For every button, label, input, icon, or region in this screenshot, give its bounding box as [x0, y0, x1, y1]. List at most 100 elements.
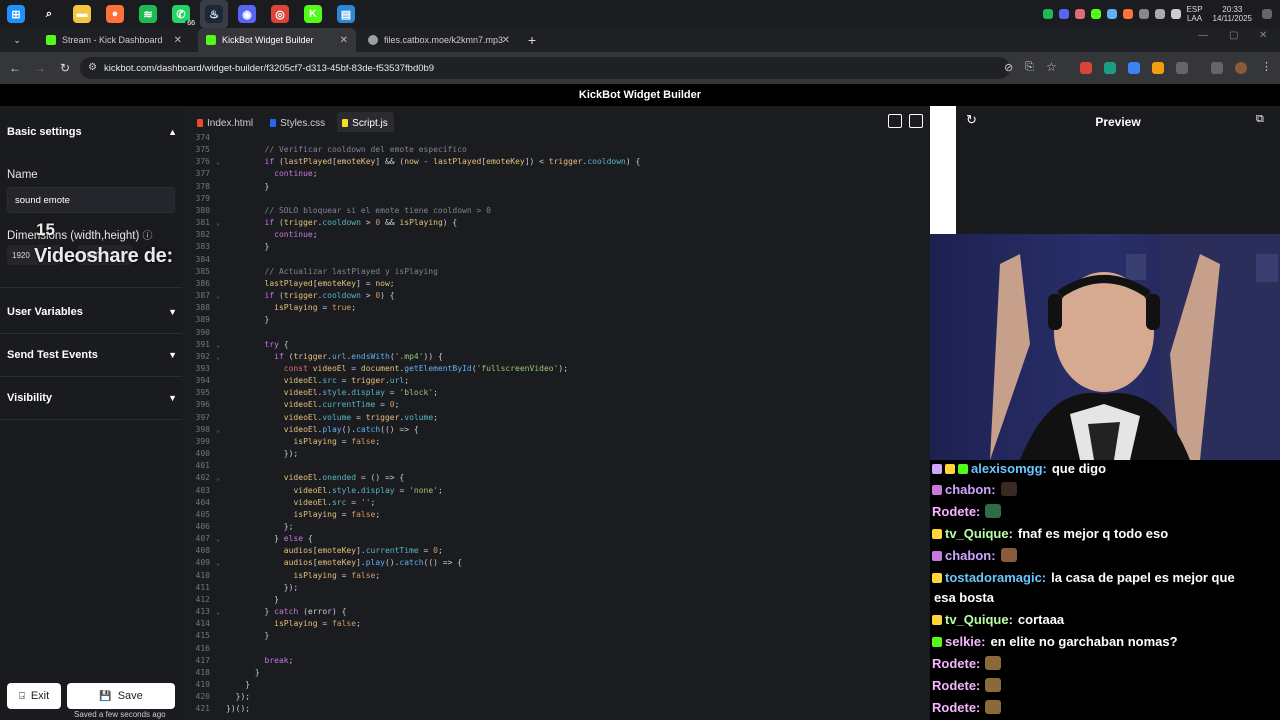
chat-username[interactable]: alexisomgg:: [971, 461, 1047, 476]
app-tray-icon[interactable]: [1122, 9, 1133, 19]
save-button[interactable]: 💾 Save: [67, 683, 175, 709]
open-external-icon[interactable]: ⧉: [1256, 113, 1264, 126]
code-line: 400 });: [182, 448, 640, 460]
language-indicator[interactable]: ESP LAA: [1187, 5, 1203, 23]
close-tab-icon[interactable]: ✕: [174, 35, 182, 46]
close-window-icon[interactable]: ✕: [1259, 30, 1267, 41]
user-variables-header[interactable]: User Variables ▼: [7, 306, 177, 318]
code-area[interactable]: 374 375 // Verificar cooldown del emote e…: [182, 132, 930, 720]
tab-kick-dashboard[interactable]: Stream - Kick Dashboard ✕: [38, 28, 190, 52]
bluetooth-tray-icon[interactable]: [1106, 9, 1117, 19]
basic-settings-header[interactable]: Basic settings ▲: [7, 126, 177, 138]
chat-badge-icon: [932, 529, 942, 539]
discord-tray-icon[interactable]: [1058, 9, 1069, 19]
kick-icon[interactable]: K: [299, 0, 327, 28]
chat-username[interactable]: selkie:: [945, 634, 985, 649]
firefox-icon[interactable]: ●: [101, 0, 129, 28]
url-field[interactable]: kickbot.com/dashboard/widget-builder/f32…: [80, 57, 1010, 79]
reading-list-icon[interactable]: [1211, 62, 1223, 74]
divider: [0, 376, 182, 377]
tab-label: Stream - Kick Dashboard: [62, 35, 163, 45]
fold-chevron-icon[interactable]: ⌄: [216, 339, 226, 351]
code-text: videoEl.style.display = 'none';: [293, 485, 443, 495]
file-explorer-icon[interactable]: ▬: [68, 0, 96, 28]
profile-avatar[interactable]: [1235, 62, 1247, 74]
fold-chevron-icon[interactable]: ⌄: [216, 424, 226, 436]
close-tab-icon[interactable]: ✕: [502, 35, 510, 46]
chat-username[interactable]: Rodete:: [932, 700, 980, 715]
info-icon[interactable]: ⓘ: [143, 231, 153, 242]
whatsapp-icon[interactable]: ✆ 66: [167, 0, 197, 28]
site-info-icon[interactable]: ⚙: [88, 62, 97, 73]
exit-button[interactable]: ⍈ Exit: [7, 683, 61, 709]
widget-name-input[interactable]: sound emote: [7, 187, 175, 213]
network-icon[interactable]: [1154, 9, 1165, 19]
clock[interactable]: 20:33 14/11/2025: [1213, 5, 1252, 23]
spotify-tray-icon[interactable]: [1042, 9, 1053, 19]
divider: [0, 419, 182, 420]
extension-icon[interactable]: [1104, 62, 1116, 74]
maximize-icon[interactable]: ▢: [1229, 30, 1238, 41]
tab-index-html[interactable]: Index.html: [192, 112, 259, 134]
extension-icon[interactable]: [1152, 62, 1164, 74]
close-tab-icon[interactable]: ✕: [340, 35, 348, 46]
new-tab-button[interactable]: +: [521, 29, 543, 51]
spotify-icon[interactable]: ≋: [134, 0, 162, 28]
extension-icon[interactable]: [1128, 62, 1140, 74]
notifications-icon[interactable]: [1262, 9, 1272, 19]
chat-username[interactable]: chabon:: [945, 548, 996, 563]
layout-split-vertical-icon[interactable]: [909, 114, 923, 128]
visibility-header[interactable]: Visibility ▼: [7, 392, 177, 404]
fold-chevron-icon[interactable]: ⌄: [216, 290, 226, 302]
obs-tray-icon[interactable]: [1074, 9, 1085, 19]
chat-username[interactable]: tv_Quique:: [945, 526, 1013, 541]
mute-site-icon[interactable]: ⊘: [1004, 61, 1013, 74]
forward-button[interactable]: →: [29, 57, 51, 79]
chrome-icon[interactable]: ◎: [266, 0, 294, 28]
send-test-events-header[interactable]: Send Test Events ▼: [7, 349, 177, 361]
fold-chevron-icon[interactable]: ⌄: [216, 557, 226, 569]
volume-icon[interactable]: [1170, 9, 1181, 19]
fold-chevron-icon[interactable]: ⌄: [216, 533, 226, 545]
layout-single-icon[interactable]: [888, 114, 902, 128]
chat-username[interactable]: Rodete:: [932, 678, 980, 693]
url-text: kickbot.com/dashboard/widget-builder/f32…: [104, 62, 435, 74]
fold-chevron-icon[interactable]: ⌄: [216, 351, 226, 363]
chat-text: fnaf es mejor q todo eso: [1017, 526, 1169, 541]
fold-chevron-icon[interactable]: ⌄: [216, 156, 226, 168]
clock-date: 14/11/2025: [1212, 14, 1252, 23]
extension-icon[interactable]: [1080, 62, 1092, 74]
extensions-puzzle-icon[interactable]: [1176, 62, 1188, 74]
minimize-icon[interactable]: —: [1198, 30, 1208, 41]
fold-chevron-icon[interactable]: ⌄: [216, 472, 226, 484]
chat-username[interactable]: Rodete:: [932, 656, 980, 671]
start-icon[interactable]: ⊞: [2, 0, 30, 28]
back-button[interactable]: ←: [4, 57, 26, 79]
code-line: 376 ⌄ if (lastPlayed[emoteKey] && (now - …: [182, 156, 641, 168]
steam-icon[interactable]: ♨: [200, 0, 228, 28]
tab-script-js[interactable]: Script.js: [337, 112, 394, 134]
code-line: 385 // Actualizar lastPlayed y isPlaying: [182, 266, 640, 278]
tab-search-icon[interactable]: ⌄: [6, 29, 28, 51]
tab-styles-css[interactable]: Styles.css: [265, 112, 331, 134]
line-number: 401: [195, 461, 210, 471]
discord-icon[interactable]: ◉: [233, 0, 261, 28]
fold-chevron-icon[interactable]: ⌄: [216, 606, 226, 618]
browser-menu-icon[interactable]: ⋮: [1261, 60, 1272, 73]
mic-tray-icon[interactable]: [1138, 9, 1149, 19]
reload-button[interactable]: ↻: [54, 57, 76, 79]
chat-username[interactable]: tv_Quique:: [945, 612, 1013, 627]
chat-username[interactable]: tostadoramagic:: [945, 570, 1046, 585]
fold-chevron-icon[interactable]: ⌄: [216, 217, 226, 229]
search-icon[interactable]: ⌕: [35, 0, 63, 28]
tab-catbox-file[interactable]: files.catbox.moe/k2kmn7.mp3 ✕: [360, 28, 518, 52]
line-number: 377: [195, 169, 210, 179]
tab-widget-builder[interactable]: KickBot Widget Builder ✕: [198, 28, 356, 52]
translate-icon[interactable]: ⎘: [1025, 61, 1034, 74]
bookmark-star-icon[interactable]: ☆: [1046, 60, 1057, 74]
code-line: 386 lastPlayed[emoteKey] = now;: [182, 278, 640, 290]
chat-username[interactable]: Rodete:: [932, 504, 980, 519]
notes-icon[interactable]: ▤: [332, 0, 360, 28]
chat-username[interactable]: chabon:: [945, 482, 996, 497]
kick-tray-icon[interactable]: [1090, 9, 1101, 19]
